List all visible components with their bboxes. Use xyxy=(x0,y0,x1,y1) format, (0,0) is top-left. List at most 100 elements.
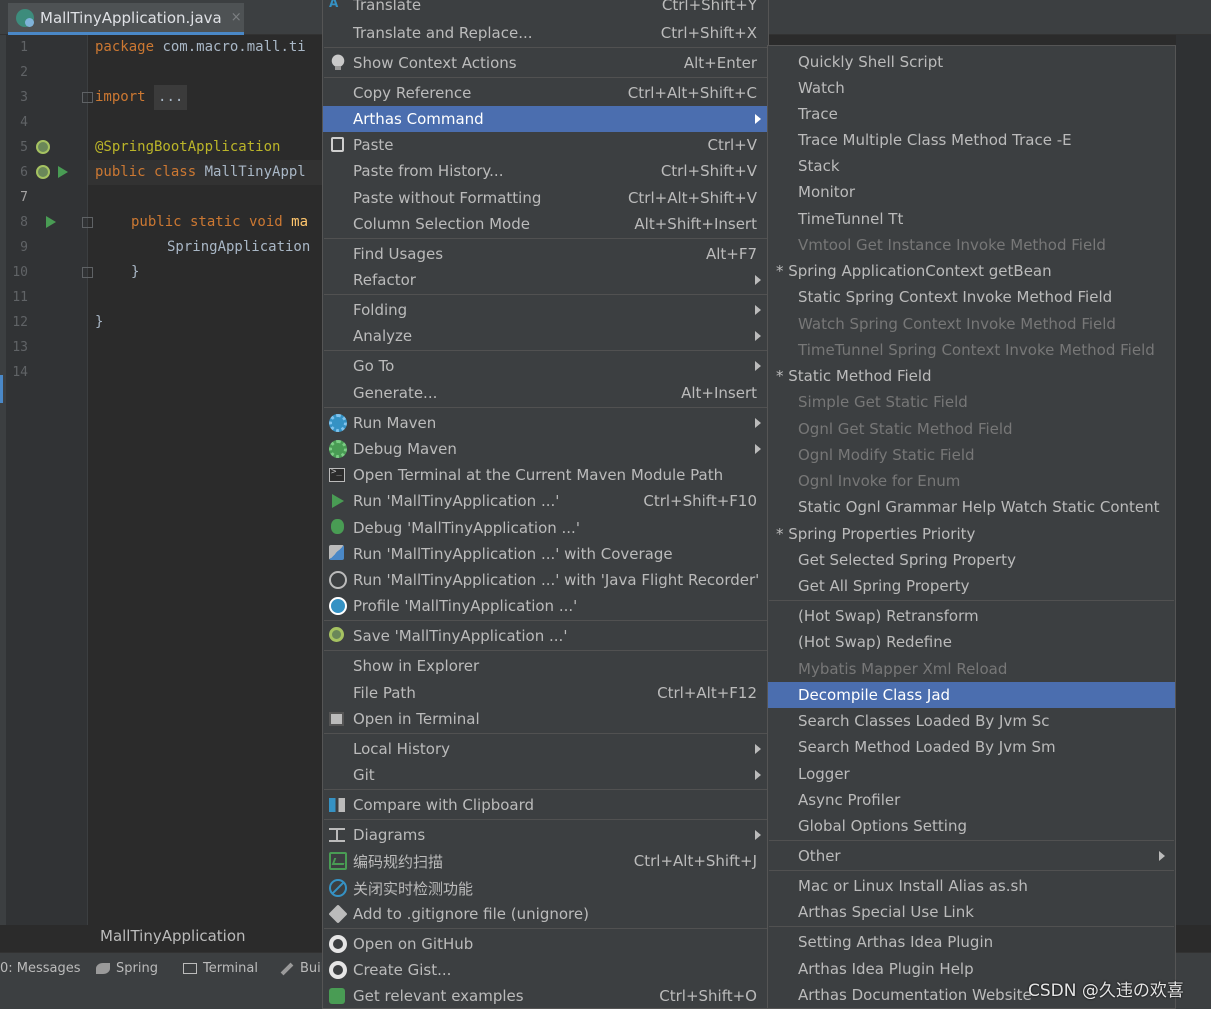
menu-item-create-gist[interactable]: Create Gist... xyxy=(323,957,768,983)
disable-check-icon xyxy=(329,879,347,897)
arthas-item-mybatis-mapper-xml-reload[interactable]: Mybatis Mapper Xml Reload xyxy=(768,656,1175,682)
arthas-item-stack[interactable]: Stack xyxy=(768,153,1175,179)
spring-bean-gutter-icon[interactable] xyxy=(36,140,50,154)
menu-item-open-in-terminal[interactable]: Open in Terminal xyxy=(323,706,768,732)
menu-item-paste-from-history[interactable]: Paste from History... Ctrl+Shift+V xyxy=(323,158,768,184)
menu-item-label: Save 'MallTinyApplication ...' xyxy=(353,627,568,645)
arthas-item-async-profiler[interactable]: Async Profiler xyxy=(768,787,1175,813)
terminal-label: Terminal xyxy=(203,961,258,976)
menu-item-find-usages[interactable]: Find Usages Alt+F7 xyxy=(323,241,768,267)
arthas-item-logger[interactable]: Logger xyxy=(768,761,1175,787)
class-name: MallTinyAppl xyxy=(196,164,306,180)
arthas-item-get-selected-spring-property[interactable]: Get Selected Spring Property xyxy=(768,547,1175,573)
menu-item-debug-maven[interactable]: Debug Maven xyxy=(323,436,768,462)
run-gutter-icon[interactable] xyxy=(46,216,56,228)
arthas-item-ognl-invoke-for-enum[interactable]: Ognl Invoke for Enum xyxy=(768,468,1175,494)
arthas-item-get-all-spring-property[interactable]: Get All Spring Property xyxy=(768,573,1175,599)
tab-close-icon[interactable]: × xyxy=(231,10,242,25)
maven-debug-icon xyxy=(329,440,347,458)
arthas-item-monitor[interactable]: Monitor xyxy=(768,179,1175,205)
arthas-item-timetunnel-spring-context-invoke-method-field[interactable]: TimeTunnel Spring Context Invoke Method … xyxy=(768,337,1175,363)
menu-item-label: Decompile Class Jad xyxy=(798,686,951,704)
menu-item-arthas-command[interactable]: Arthas Command xyxy=(323,106,768,132)
arthas-item-vmtool-get-instance-invoke-method-field[interactable]: Vmtool Get Instance Invoke Method Field xyxy=(768,232,1175,258)
arthas-item-search-classes-loaded-by-jvm-sc[interactable]: Search Classes Loaded By Jvm Sc xyxy=(768,708,1175,734)
editor-tab[interactable]: MallTinyApplication.java × xyxy=(8,3,244,35)
arthas-item-quickly-shell-script[interactable]: Quickly Shell Script xyxy=(768,49,1175,75)
menu-item-show-in-explorer[interactable]: Show in Explorer xyxy=(323,653,768,679)
menu-item-local-history[interactable]: Local History xyxy=(323,736,768,762)
arthas-command-submenu: Quickly Shell Script Watch Trace Trace Mult… xyxy=(767,45,1176,1009)
menu-item-run-malltinyapplication-with-coverage[interactable]: Run 'MallTinyApplication ...' with Cover… xyxy=(323,541,768,567)
fold-icon[interactable] xyxy=(82,267,93,278)
spring-tool-button[interactable]: Spring xyxy=(96,961,158,976)
fold-icon[interactable] xyxy=(82,92,93,103)
run-gutter-icon[interactable] xyxy=(58,166,68,178)
menu-separator xyxy=(324,294,767,295)
arthas-item-hot-swap-redefine[interactable]: (Hot Swap) Redefine xyxy=(768,629,1175,655)
menu-item-profile-malltinyapplication[interactable]: Profile 'MallTinyApplication ...' xyxy=(323,593,768,619)
arthas-item-trace-multiple-class-method-trace-e[interactable]: Trace Multiple Class Method Trace -E xyxy=(768,127,1175,153)
arthas-item-simple-get-static-field[interactable]: Simple Get Static Field xyxy=(768,389,1175,415)
menu-item-run-malltinyapplication[interactable]: Run 'MallTinyApplication ...' Ctrl+Shift+… xyxy=(323,488,768,514)
spring-bean-gutter-icon[interactable] xyxy=(36,165,50,179)
arthas-item-decompile-class-jad[interactable]: Decompile Class Jad xyxy=(768,682,1175,708)
menu-item-open-terminal-at-the-current-maven-module-path[interactable]: Open Terminal at the Current Maven Modul… xyxy=(323,462,768,488)
arthas-item-timetunnel-tt[interactable]: TimeTunnel Tt xyxy=(768,206,1175,232)
menu-item-generate[interactable]: Generate... Alt+Insert xyxy=(323,380,768,406)
fold-icon[interactable] xyxy=(82,217,93,228)
menu-item-refactor[interactable]: Refactor xyxy=(323,267,768,293)
arthas-item-static-spring-context-invoke-method-field[interactable]: Static Spring Context Invoke Method Fiel… xyxy=(768,284,1175,310)
arthas-item-mac-or-linux-install-alias-as-sh[interactable]: Mac or Linux Install Alias as.sh xyxy=(768,873,1175,899)
menu-item-open-on-github[interactable]: Open on GitHub xyxy=(323,931,768,957)
arthas-item-arthas-special-use-link[interactable]: Arthas Special Use Link xyxy=(768,899,1175,925)
arthas-item-search-method-loaded-by-jvm-sm[interactable]: Search Method Loaded By Jvm Sm xyxy=(768,734,1175,760)
menu-item-translate-and-replace[interactable]: Translate and Replace... Ctrl+Shift+X xyxy=(323,20,768,46)
menu-item-git[interactable]: Git xyxy=(323,762,768,788)
arthas-item-watch[interactable]: Watch xyxy=(768,75,1175,101)
menu-item-add-to-gitignore-file-unignore[interactable]: Add to .gitignore file (unignore) xyxy=(323,901,768,927)
menu-item-file-path[interactable]: File Path Ctrl+Alt+F12 xyxy=(323,680,768,706)
terminal-tool-button[interactable]: Terminal xyxy=(183,961,258,976)
arthas-item-other[interactable]: Other xyxy=(768,843,1175,869)
menu-item-column-selection-mode[interactable]: Column Selection Mode Alt+Shift+Insert xyxy=(323,211,768,237)
menu-separator xyxy=(324,77,767,78)
menu-item-label: Search Method Loaded By Jvm Sm xyxy=(798,738,1056,756)
package-name: com.macro.mall.ti xyxy=(154,39,306,55)
menu-item-get-relevant-examples[interactable]: Get relevant examples Ctrl+Shift+O xyxy=(323,983,768,1009)
menu-item-label: Ognl Get Static Method Field xyxy=(798,420,1013,438)
menu-item-show-context-actions[interactable]: Show Context Actions Alt+Enter xyxy=(323,50,768,76)
messages-tool-button[interactable]: 0: Messages xyxy=(0,961,81,976)
menu-item-compare-with-clipboard[interactable]: Compare with Clipboard xyxy=(323,792,768,818)
arthas-item-watch-spring-context-invoke-method-field[interactable]: Watch Spring Context Invoke Method Field xyxy=(768,311,1175,337)
menu-item-save-malltinyapplication[interactable]: Save 'MallTinyApplication ...' xyxy=(323,623,768,649)
arthas-item-global-options-setting[interactable]: Global Options Setting xyxy=(768,813,1175,839)
menu-item-item[interactable]: 编码规约扫描 Ctrl+Alt+Shift+J xyxy=(323,848,768,874)
hammer-icon xyxy=(280,962,294,975)
menu-item-paste-without-formatting[interactable]: Paste without Formatting Ctrl+Alt+Shift+V xyxy=(323,185,768,211)
folded-imports[interactable]: ... xyxy=(154,85,188,110)
arthas-item-ognl-modify-static-field[interactable]: Ognl Modify Static Field xyxy=(768,442,1175,468)
line-number: 7 xyxy=(20,190,28,205)
menu-item-paste[interactable]: Paste Ctrl+V xyxy=(323,132,768,158)
menu-item-diagrams[interactable]: Diagrams xyxy=(323,822,768,848)
spring-label: Spring xyxy=(116,961,158,976)
menu-item-run-malltinyapplication-with-java-flight-recorder[interactable]: Run 'MallTinyApplication ...' with 'Java… xyxy=(323,567,768,593)
menu-item-folding[interactable]: Folding xyxy=(323,297,768,323)
menu-item-copy-reference[interactable]: Copy Reference Ctrl+Alt+Shift+C xyxy=(323,80,768,106)
build-tool-button[interactable]: Buil xyxy=(280,961,324,976)
menu-item-go-to[interactable]: Go To xyxy=(323,353,768,379)
menu-item-translate[interactable]: A Translate Ctrl+Shift+Y xyxy=(323,0,768,18)
arthas-item-ognl-get-static-method-field[interactable]: Ognl Get Static Method Field xyxy=(768,416,1175,442)
menu-item-item[interactable]: 关闭实时检测功能 xyxy=(323,875,768,901)
arthas-item-hot-swap-retransform[interactable]: (Hot Swap) Retransform xyxy=(768,603,1175,629)
arthas-item-setting-arthas-idea-plugin[interactable]: Setting Arthas Idea Plugin xyxy=(768,929,1175,955)
menu-item-run-maven[interactable]: Run Maven xyxy=(323,410,768,436)
arthas-item-static-ognl-grammar-help-watch-static-content[interactable]: Static Ognl Grammar Help Watch Static Co… xyxy=(768,494,1175,520)
arthas-item-trace[interactable]: Trace xyxy=(768,101,1175,127)
submenu-arrow-icon xyxy=(755,418,761,428)
breadcrumb[interactable]: MallTinyApplication xyxy=(100,927,246,945)
menu-item-debug-malltinyapplication[interactable]: Debug 'MallTinyApplication ...' xyxy=(323,515,768,541)
line-number: 4 xyxy=(20,115,28,130)
menu-item-analyze[interactable]: Analyze xyxy=(323,323,768,349)
